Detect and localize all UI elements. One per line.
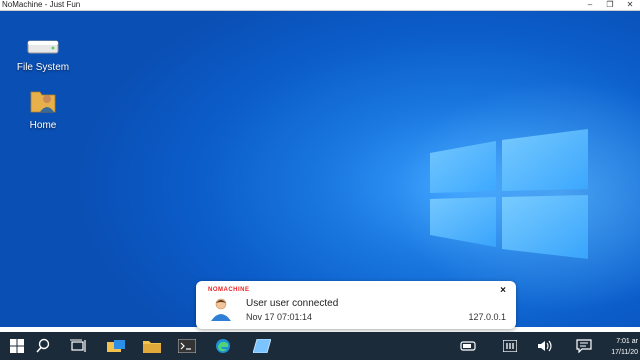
edge-icon bbox=[216, 339, 230, 353]
notification-message: User user connected bbox=[246, 298, 339, 309]
close-button[interactable]: ✕ bbox=[620, 0, 640, 10]
window-title-bar: NoMachine - Just Fun – ❐ ✕ bbox=[0, 0, 640, 11]
tray-nomachine[interactable] bbox=[496, 332, 524, 360]
file-explorer-button[interactable] bbox=[99, 332, 133, 360]
app-button[interactable] bbox=[245, 332, 279, 360]
tray-notifications[interactable] bbox=[570, 332, 598, 360]
window-controls: – ❐ ✕ bbox=[580, 0, 640, 10]
taskbar-clock[interactable]: 7:01 ar 17/11/20 bbox=[611, 336, 638, 358]
drive-icon bbox=[27, 40, 59, 54]
terminal-icon bbox=[178, 339, 196, 353]
tray-network[interactable] bbox=[454, 332, 482, 360]
task-view-icon bbox=[70, 339, 86, 352]
user-avatar-icon bbox=[211, 298, 231, 321]
search-icon bbox=[36, 338, 50, 353]
nomachine-brand: NOMACHINE bbox=[208, 287, 250, 293]
terminal-button[interactable] bbox=[170, 332, 204, 360]
notifications-icon bbox=[576, 339, 592, 353]
restore-button[interactable]: ❐ bbox=[600, 0, 620, 10]
folder-icon bbox=[143, 341, 161, 353]
windows-logo-wallpaper bbox=[430, 129, 588, 259]
file-explorer-icon bbox=[107, 340, 125, 352]
clock-date: 17/11/20 bbox=[611, 349, 638, 356]
desktop-icon-file-system[interactable]: File System bbox=[8, 35, 78, 73]
notification-time: Nov 17 07:01:14 bbox=[246, 312, 313, 322]
start-icon bbox=[10, 339, 24, 353]
edge-button[interactable] bbox=[206, 332, 240, 360]
folder-button[interactable] bbox=[135, 332, 169, 360]
minimize-button[interactable]: – bbox=[580, 0, 600, 10]
nomachine-tray-icon bbox=[503, 340, 517, 352]
window-title: NoMachine - Just Fun bbox=[2, 0, 81, 9]
notification-ip: 127.0.0.1 bbox=[468, 312, 506, 322]
tray-volume[interactable] bbox=[532, 332, 560, 360]
connection-notification[interactable]: NOMACHINE × User user connected Nov 17 0… bbox=[196, 281, 516, 329]
taskbar: 7:01 ar 17/11/20 bbox=[0, 332, 640, 360]
home-folder-icon bbox=[30, 91, 56, 113]
search-button[interactable] bbox=[26, 332, 60, 360]
clock-time: 7:01 ar bbox=[616, 338, 638, 345]
desktop-icon-label: File System bbox=[16, 62, 70, 73]
desktop-icon-label: Home bbox=[29, 120, 57, 131]
volume-icon bbox=[538, 340, 552, 352]
network-icon bbox=[460, 341, 476, 351]
desktop-icon-home[interactable]: Home bbox=[8, 85, 78, 131]
app-icon bbox=[253, 339, 271, 353]
notification-close-button[interactable]: × bbox=[500, 285, 506, 296]
desktop[interactable]: File System Home bbox=[0, 11, 640, 327]
task-view-button[interactable] bbox=[62, 332, 96, 360]
